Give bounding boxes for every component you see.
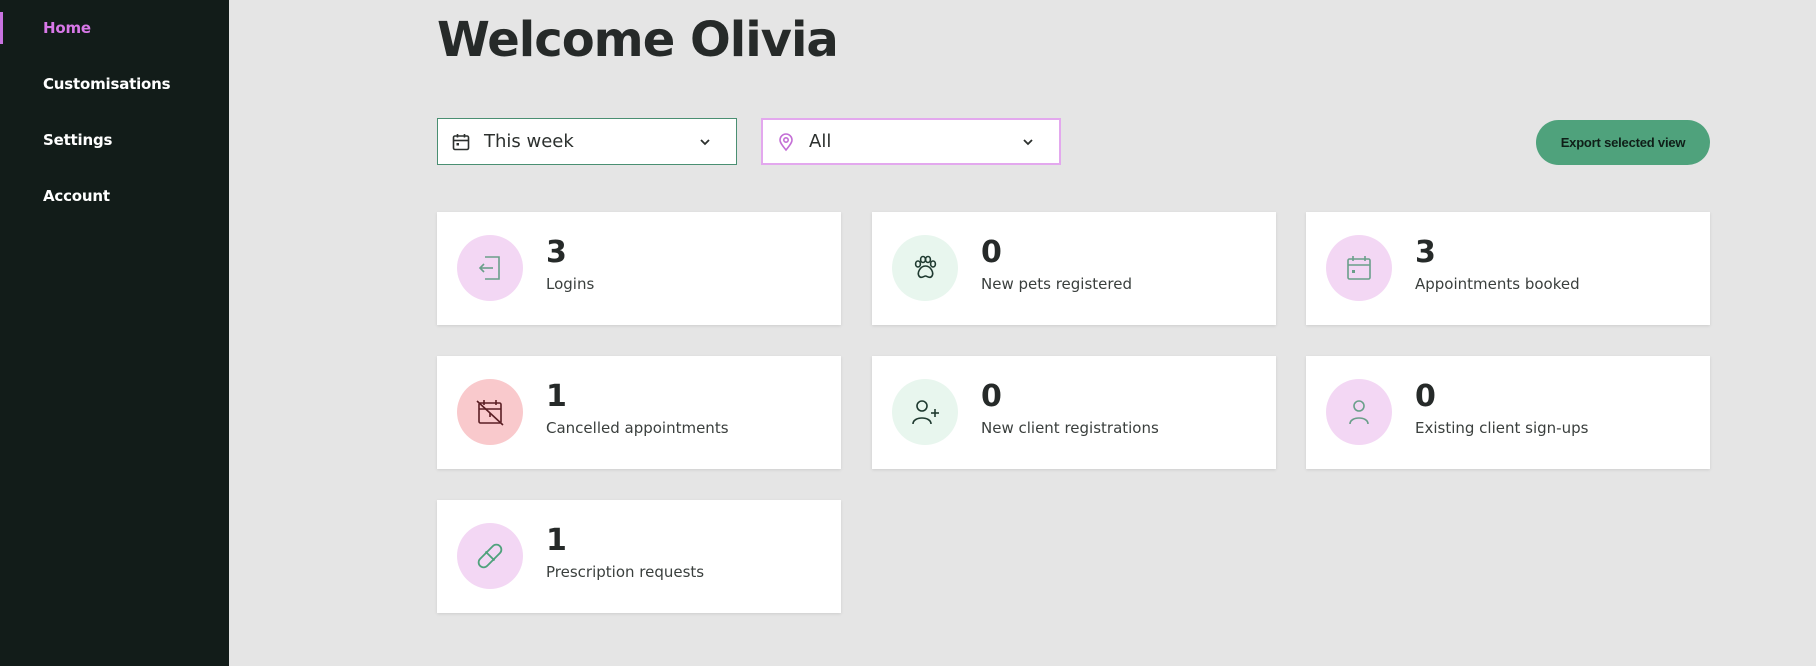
stat-label: Existing client sign-ups: [1415, 419, 1589, 437]
stat-value: 0: [981, 379, 1002, 414]
stat-label: Cancelled appointments: [546, 419, 729, 437]
paw-icon: [892, 235, 958, 301]
date-range-value: This week: [484, 131, 574, 152]
user-icon: [1326, 379, 1392, 445]
date-range-select[interactable]: This week: [437, 118, 737, 165]
nav-item-label: Customisations: [43, 75, 171, 93]
export-selected-view-button[interactable]: Export selected view: [1536, 120, 1710, 165]
stat-value: 1: [546, 379, 567, 414]
nav-item-settings[interactable]: Settings: [0, 124, 229, 156]
stat-label: Logins: [546, 275, 595, 293]
stat-value: 3: [546, 235, 567, 270]
stat-value: 3: [1415, 235, 1436, 270]
stat-label: Prescription requests: [546, 563, 705, 581]
page-title: Welcome Olivia: [437, 12, 839, 68]
stat-card-new-client-registrations: 0 New client registrations: [872, 356, 1276, 469]
nav-item-home[interactable]: Home: [0, 12, 229, 44]
stat-label: New pets registered: [981, 275, 1132, 293]
location-pin-icon: [775, 131, 797, 153]
stat-card-new-pets: 0 New pets registered: [872, 212, 1276, 325]
nav-item-label: Account: [43, 187, 110, 205]
calendar-cancelled-icon: [457, 379, 523, 445]
stat-card-appointments-booked: 3 Appointments booked: [1306, 212, 1710, 325]
nav-item-account[interactable]: Account: [0, 180, 229, 212]
nav-item-customisations[interactable]: Customisations: [0, 68, 229, 100]
pill-icon: [457, 523, 523, 589]
add-user-icon: [892, 379, 958, 445]
calendar-icon: [1326, 235, 1392, 301]
stat-label: Appointments booked: [1415, 275, 1580, 293]
stat-card-existing-client-sign-ups: 0 Existing client sign-ups: [1306, 356, 1710, 469]
stat-card-cancelled-appointments: 1 Cancelled appointments: [437, 356, 841, 469]
nav-item-label: Home: [43, 19, 91, 37]
calendar-icon: [450, 131, 472, 153]
stat-label: New client registrations: [981, 419, 1159, 437]
stat-value: 0: [1415, 379, 1436, 414]
chevron-down-icon: [1019, 133, 1037, 151]
login-icon: [457, 235, 523, 301]
stat-value: 0: [981, 235, 1002, 270]
stat-value: 1: [546, 523, 567, 558]
location-select[interactable]: All: [761, 118, 1061, 165]
stat-card-logins: 3 Logins: [437, 212, 841, 325]
chevron-down-icon: [696, 133, 714, 151]
nav-item-label: Settings: [43, 131, 113, 149]
sidebar: Home Customisations Settings Account: [0, 0, 229, 666]
location-value: All: [809, 131, 832, 152]
stat-card-prescription-requests: 1 Prescription requests: [437, 500, 841, 613]
